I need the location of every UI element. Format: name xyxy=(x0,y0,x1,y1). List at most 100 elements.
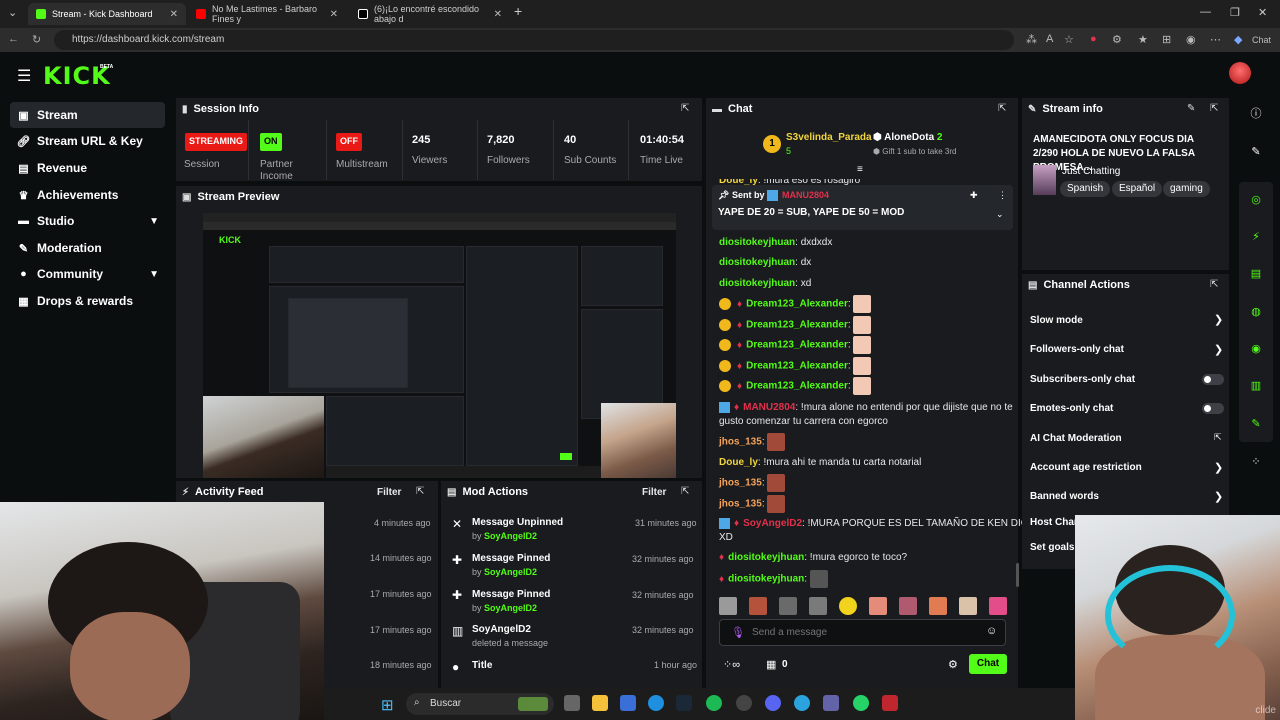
copilot-chat-label[interactable]: Chat xyxy=(1252,35,1271,45)
info-icon[interactable]: ⓘ xyxy=(1243,100,1269,126)
broadcast-icon[interactable]: ◉ xyxy=(1243,335,1269,361)
emote-icon[interactable] xyxy=(959,597,977,615)
chevron-down-icon[interactable]: ⌄ xyxy=(996,209,1004,220)
user-avatar[interactable] xyxy=(1229,62,1251,84)
maximize-icon[interactable]: ❐ xyxy=(1230,6,1240,19)
close-tab-icon[interactable]: ✕ xyxy=(330,9,338,20)
chat-input-box[interactable]: 🎙︎ ☺ xyxy=(719,619,1006,646)
extensions-icon[interactable]: ⚙ xyxy=(1112,33,1122,46)
account-age-label[interactable]: Account age restriction xyxy=(1030,462,1142,473)
favorite-star-icon[interactable]: ☆ xyxy=(1064,33,1074,46)
wrench-icon[interactable]: ✎ xyxy=(1243,410,1269,436)
sidebar-item-stream[interactable]: ▣ Stream xyxy=(10,102,165,128)
teams-icon[interactable] xyxy=(823,695,839,711)
app-red-icon[interactable] xyxy=(882,695,898,711)
chevron-right-icon[interactable]: ❯ xyxy=(1214,461,1223,474)
tag-chip[interactable]: Spanish xyxy=(1060,181,1111,197)
edge-icon[interactable] xyxy=(648,695,664,711)
layers-icon[interactable]: ▥ xyxy=(1243,372,1269,398)
expand-icon[interactable]: ⇱ xyxy=(1210,279,1218,290)
gift-icon[interactable]: ▦ xyxy=(766,658,776,671)
send-chat-button[interactable]: Chat xyxy=(969,654,1007,674)
stream-preview-video[interactable]: KICK xyxy=(203,213,676,478)
category-thumbnail[interactable] xyxy=(1033,165,1056,195)
external-link-icon[interactable]: ⇱ xyxy=(1214,432,1222,443)
host-channel-label[interactable]: Host Chan xyxy=(1030,517,1080,528)
banned-words-label[interactable]: Banned words xyxy=(1030,491,1099,502)
whatsapp-icon[interactable] xyxy=(853,695,869,711)
windows-start-icon[interactable]: ⊞ xyxy=(381,696,394,714)
chevron-right-icon[interactable]: ❯ xyxy=(1214,343,1223,356)
steam-icon[interactable] xyxy=(676,695,692,711)
tag-chip[interactable]: Español xyxy=(1112,181,1163,197)
target-icon[interactable]: ◎ xyxy=(1243,186,1269,212)
new-tab-icon[interactable]: + xyxy=(514,3,522,19)
store-icon[interactable] xyxy=(620,695,636,711)
followers-only-label[interactable]: Followers-only chat xyxy=(1030,344,1124,355)
read-aloud-icon[interactable]: A xyxy=(1046,33,1053,45)
sidebar-item-drops-rewards[interactable]: ▦ Drops & rewards xyxy=(10,288,165,314)
emoji-icon[interactable]: ☺ xyxy=(986,625,997,637)
activity-filter-button[interactable]: Filter xyxy=(377,487,401,498)
sidebar-item-achievements[interactable]: ♛ Achievements xyxy=(10,182,165,208)
tab-list-icon[interactable]: ⌄ xyxy=(8,6,17,19)
emote-icon[interactable] xyxy=(929,597,947,615)
copilot-icon[interactable]: ◆ xyxy=(1234,33,1242,46)
sidebar-item-community[interactable]: ● Community ▼ xyxy=(10,261,165,287)
pin-icon[interactable]: ✚ xyxy=(970,190,978,201)
emote-icon[interactable] xyxy=(869,597,887,615)
expand-icon[interactable]: ⇱ xyxy=(416,486,424,497)
emote-icon[interactable] xyxy=(899,597,917,615)
task-view-icon[interactable] xyxy=(564,695,580,711)
browser-tab-tiktok[interactable]: (6)¡Lo encontré escondido abajo d ✕ xyxy=(350,3,510,25)
discord-icon[interactable] xyxy=(765,695,781,711)
close-tab-icon[interactable]: ✕ xyxy=(170,9,178,20)
settings-gear-icon[interactable]: ⚙ xyxy=(948,658,958,671)
ai-chat-moderation-label[interactable]: AI Chat Moderation xyxy=(1030,433,1122,444)
category-name[interactable]: Just Chatting xyxy=(1062,166,1120,177)
emote-icon[interactable] xyxy=(719,597,737,615)
expand-icon[interactable]: ⇱ xyxy=(998,103,1006,114)
emote-icon[interactable] xyxy=(779,597,797,615)
emotes-only-toggle[interactable] xyxy=(1202,403,1224,414)
more-menu-icon[interactable]: ⋯ xyxy=(1210,33,1221,46)
chat-message-input[interactable] xyxy=(752,624,972,641)
reload-icon[interactable]: ↻ xyxy=(32,33,41,46)
expand-icon[interactable]: ⇱ xyxy=(681,486,689,497)
translate-icon[interactable]: ⁂ xyxy=(1026,33,1037,46)
document-icon[interactable]: ▤ xyxy=(1243,260,1269,286)
slow-mode-label[interactable]: Slow mode xyxy=(1030,315,1083,326)
chat-icon[interactable]: ◍ xyxy=(1243,298,1269,324)
bolt-icon[interactable]: ⚡︎ xyxy=(1243,223,1269,249)
close-window-icon[interactable]: ✕ xyxy=(1258,6,1267,19)
emote-icon[interactable] xyxy=(809,597,827,615)
hamburger-menu-icon[interactable]: ☰ xyxy=(17,66,31,86)
extension-red-icon[interactable]: ● xyxy=(1090,33,1097,45)
sidebar-item-stream-url-key[interactable]: 🔗︎ Stream URL & Key xyxy=(10,128,165,154)
url-input[interactable]: https://dashboard.kick.com/stream xyxy=(54,30,1014,50)
obs-icon[interactable] xyxy=(736,695,752,711)
edit-pencil-icon[interactable]: ✎ xyxy=(1187,103,1195,114)
mod-filter-button[interactable]: Filter xyxy=(642,487,666,498)
tag-chip[interactable]: gaming xyxy=(1163,181,1210,197)
pinned-message[interactable]: 📌︎ Sent by MANU2804 YAPE DE 20 = SUB, YA… xyxy=(712,185,1013,230)
expand-icon[interactable]: ⇱ xyxy=(681,103,689,114)
spotify-icon[interactable] xyxy=(706,695,722,711)
taskbar-search[interactable]: ⌕ Buscar xyxy=(406,693,554,715)
edit-pencil-icon[interactable]: ✎ xyxy=(1243,138,1269,164)
favorites-icon[interactable]: ★ xyxy=(1138,33,1148,46)
set-goals-label[interactable]: Set goals xyxy=(1030,542,1074,553)
sidebar-item-moderation[interactable]: ✎ Moderation xyxy=(10,235,165,261)
channel-points-icon[interactable]: ⁘∞ xyxy=(723,658,740,671)
emote-icon[interactable] xyxy=(839,597,857,615)
users-icon[interactable]: ⁘ xyxy=(1243,448,1269,474)
close-tab-icon[interactable]: ✕ xyxy=(494,9,502,20)
chevron-right-icon[interactable]: ❯ xyxy=(1214,313,1223,326)
sidebar-item-studio[interactable]: ▬ Studio ▼ xyxy=(10,208,165,234)
gift-sub-prompt[interactable]: ⬢ Gift 1 sub to take 3rd xyxy=(873,147,956,156)
expand-icon[interactable]: ⇱ xyxy=(1210,103,1218,114)
chevron-right-icon[interactable]: ❯ xyxy=(1214,490,1223,503)
file-explorer-icon[interactable] xyxy=(592,695,608,711)
browser-tab-youtube[interactable]: No Me Lastimes - Barbaro Fines y ✕ xyxy=(188,3,346,25)
back-icon[interactable]: ← xyxy=(8,33,19,45)
